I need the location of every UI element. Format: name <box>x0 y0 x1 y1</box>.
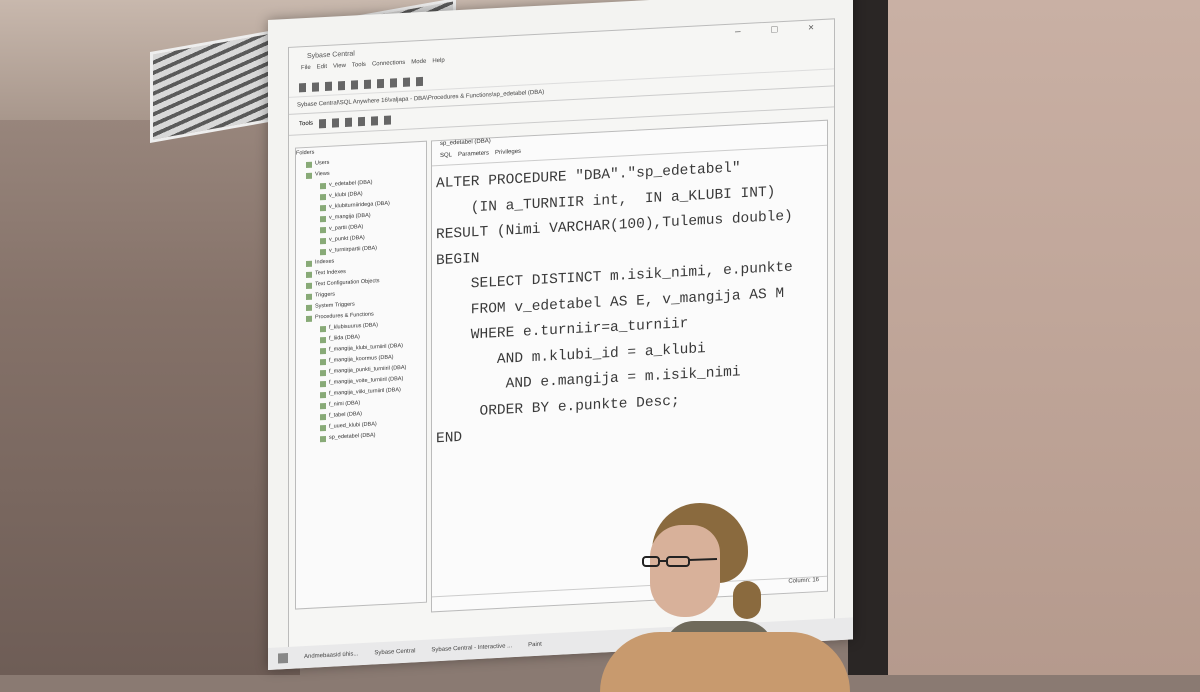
copy-icon[interactable] <box>351 79 358 90</box>
delete-icon[interactable] <box>377 78 384 88</box>
forward-icon[interactable] <box>312 81 319 92</box>
menu-view[interactable]: View <box>333 63 346 77</box>
object-icon <box>320 358 326 365</box>
presenter-face <box>650 525 720 617</box>
taskbar-item[interactable]: Andmebaasid ühis... <box>304 651 358 660</box>
window-title: Sybase Central <box>307 49 355 60</box>
object-icon <box>320 182 326 189</box>
start-icon[interactable] <box>278 652 288 664</box>
maximize-button[interactable]: □ <box>771 24 791 36</box>
cut-icon[interactable] <box>319 118 327 128</box>
object-icon <box>320 424 326 431</box>
menu-file[interactable]: File <box>301 65 311 79</box>
minimize-button[interactable]: – <box>735 26 755 38</box>
properties-icon[interactable] <box>416 76 423 86</box>
menu-connections[interactable]: Connections <box>372 60 405 75</box>
taskbar-item[interactable]: Sybase Central <box>374 648 415 656</box>
object-icon <box>320 402 326 409</box>
copy-icon-2[interactable] <box>332 117 340 128</box>
presenter-hair-bun <box>733 581 761 619</box>
tree-item-label: Views <box>315 170 330 178</box>
tab-sql[interactable]: SQL <box>440 152 452 165</box>
save-icon[interactable] <box>358 116 366 126</box>
paste-icon[interactable] <box>364 79 371 89</box>
disconnect-icon[interactable] <box>338 80 345 90</box>
execute-icon[interactable] <box>384 115 392 125</box>
folder-icon <box>306 260 312 267</box>
back-icon[interactable] <box>299 82 306 92</box>
object-icon <box>320 391 326 398</box>
folder-icon <box>306 271 312 278</box>
object-icon <box>320 215 326 222</box>
close-button[interactable]: × <box>808 22 828 34</box>
object-icon <box>320 237 326 244</box>
object-icon <box>320 435 326 442</box>
folder-icon <box>306 315 312 322</box>
tab-parameters[interactable]: Parameters <box>458 150 489 164</box>
object-icon <box>320 413 326 420</box>
folder-icon <box>306 172 312 179</box>
connect-icon[interactable] <box>325 81 332 91</box>
column-indicator: Column: 16 <box>788 577 819 585</box>
menu-help[interactable]: Help <box>432 58 444 72</box>
glasses-icon <box>641 555 719 569</box>
object-icon <box>320 248 326 255</box>
object-icon <box>320 193 326 200</box>
object-icon <box>320 325 326 332</box>
paste-icon-2[interactable] <box>345 117 353 127</box>
audience-head <box>600 632 850 692</box>
folder-icon <box>306 282 312 289</box>
tree-item-label: sp_edetabel (DBA) <box>329 432 376 441</box>
find-icon[interactable] <box>371 115 379 126</box>
object-icon <box>320 226 326 233</box>
taskbar-item[interactable]: Sybase Central - Interactive ... <box>431 643 512 653</box>
object-icon <box>320 347 326 354</box>
document-tab-label: sp_edetabel (DBA) <box>440 138 491 147</box>
folder-tree: Users Views v_edetabel (DBA) v_klubi (DBA) v… <box>296 153 426 446</box>
tree-item-label: Users <box>315 159 330 167</box>
object-icon <box>320 336 326 343</box>
object-icon <box>320 380 326 387</box>
folders-panel: Folders Users Views v_edetabel (DBA) v_klub… <box>295 140 427 610</box>
room-wall-right <box>880 0 1200 675</box>
tab-privileges[interactable]: Privileges <box>495 149 521 162</box>
wall-edge <box>848 0 888 675</box>
menu-edit[interactable]: Edit <box>317 64 327 78</box>
folder-icon <box>306 304 312 311</box>
menu-mode[interactable]: Mode <box>411 59 426 73</box>
object-icon <box>320 369 326 376</box>
folder-icon <box>306 161 312 168</box>
tools-dropdown[interactable]: Tools <box>299 121 313 128</box>
object-icon <box>320 204 326 211</box>
redo-icon[interactable] <box>403 77 410 87</box>
menu-tools[interactable]: Tools <box>352 62 366 76</box>
sql-editor[interactable]: ALTER PROCEDURE "DBA"."sp_edetabel" (IN … <box>432 146 827 453</box>
undo-icon[interactable] <box>390 77 397 88</box>
folders-label: Folders <box>296 149 315 157</box>
taskbar-item[interactable]: Paint <box>528 642 542 649</box>
folder-icon <box>306 293 312 300</box>
